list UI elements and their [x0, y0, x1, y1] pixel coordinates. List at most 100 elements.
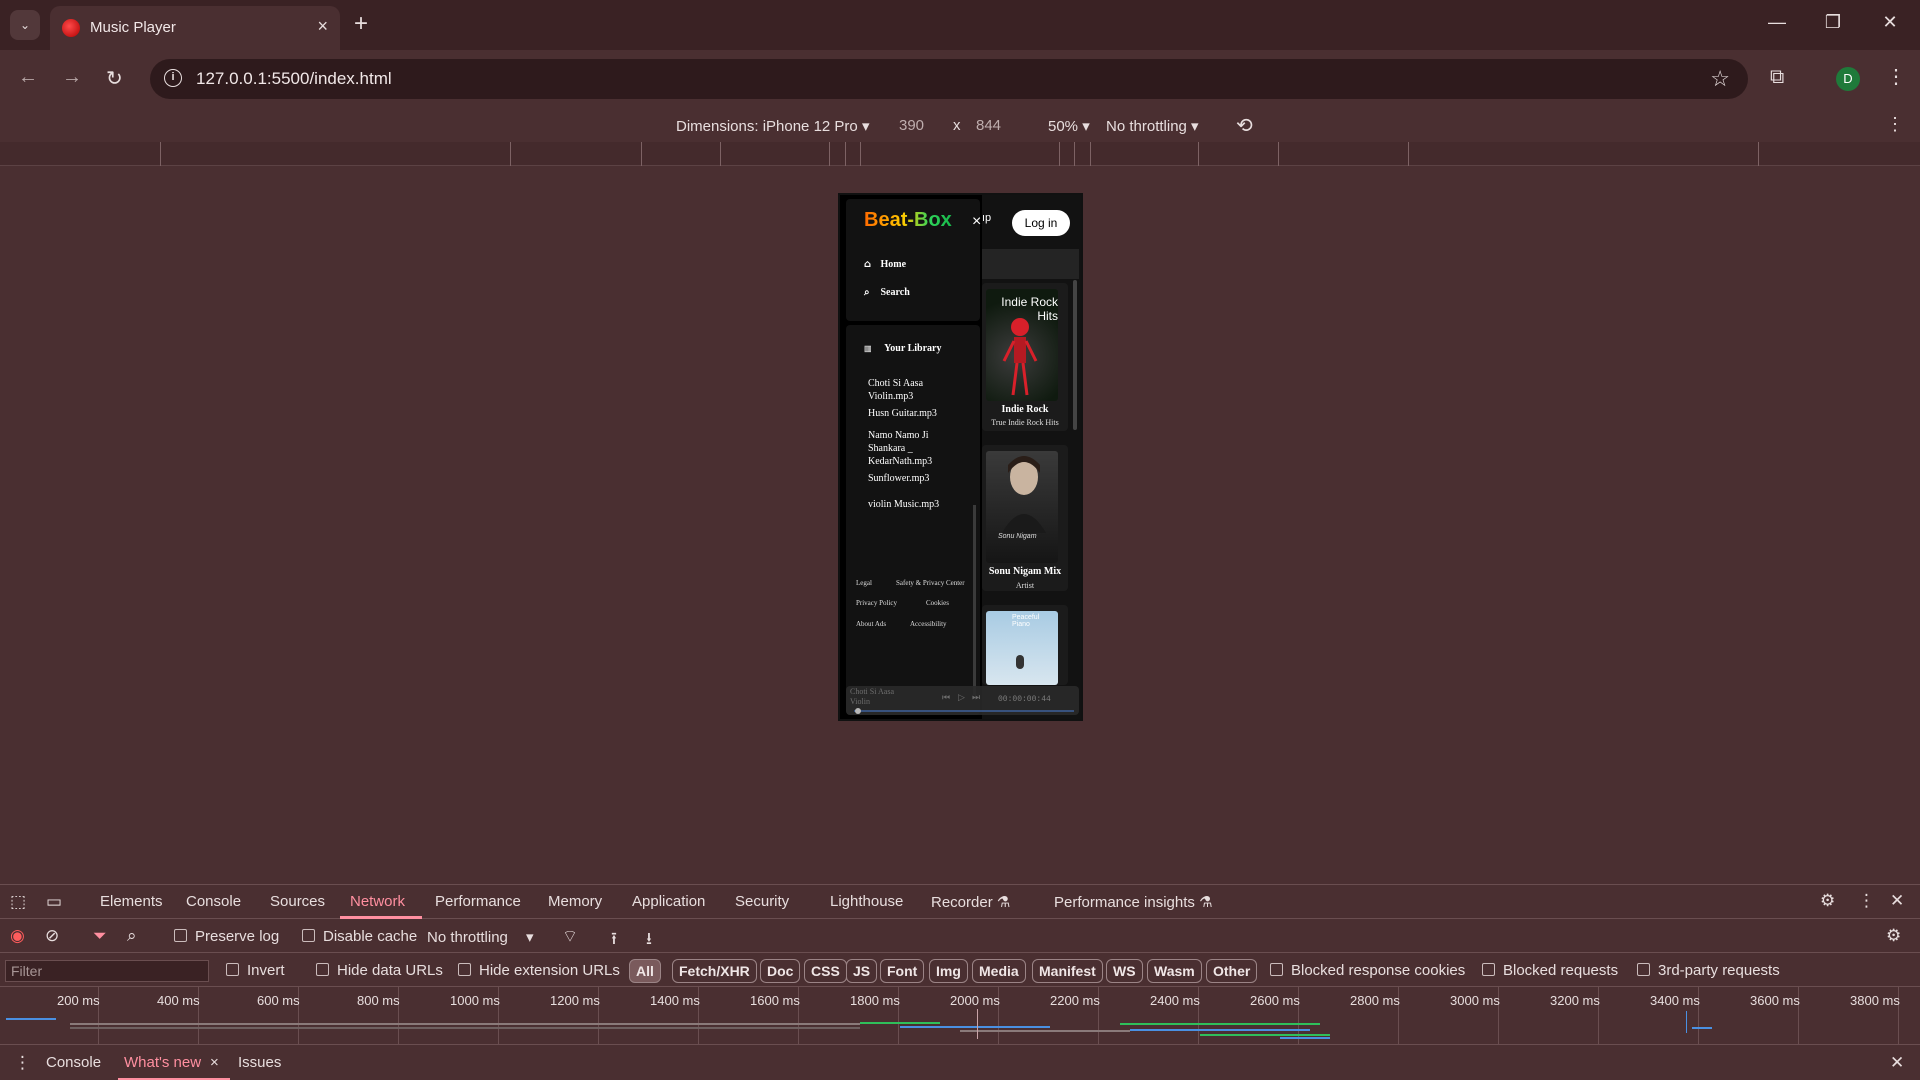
drawer-close-icon[interactable]: ✕: [1890, 1053, 1904, 1073]
tab-elements[interactable]: Elements: [100, 893, 163, 910]
type-filter-font[interactable]: Font: [880, 959, 925, 983]
device-toggle-icon[interactable]: ▭: [46, 892, 62, 912]
zoom-dropdown[interactable]: 50% ▾: [1048, 117, 1090, 135]
profile-avatar[interactable]: D: [1836, 67, 1860, 91]
inspect-element-icon[interactable]: ⬚: [10, 892, 26, 912]
tab-application[interactable]: Application: [632, 893, 705, 910]
url-text[interactable]: 127.0.0.1:5500/index.html: [196, 69, 392, 89]
invert-checkbox[interactable]: Invert: [226, 962, 285, 979]
checkbox[interactable]: [316, 963, 329, 976]
reload-icon[interactable]: ↻: [106, 66, 123, 91]
checkbox[interactable]: [1270, 963, 1283, 976]
sidebar-item-home[interactable]: ⌂ Home: [864, 259, 906, 270]
network-throttling-dropdown[interactable]: No throttling ▾: [427, 928, 534, 946]
extensions-icon[interactable]: ⧉: [1770, 66, 1784, 89]
type-filter-wasm[interactable]: Wasm: [1147, 959, 1202, 983]
browser-tab[interactable]: Music Player ×: [50, 6, 340, 50]
playlist-card[interactable]: Indie Rock Hits Indie Rock True Indie Ro…: [982, 283, 1068, 431]
library-song[interactable]: Sunflower.mp3: [868, 472, 958, 485]
search-icon[interactable]: ⌕: [127, 926, 137, 946]
close-sidebar-icon[interactable]: ×: [972, 213, 981, 231]
progress-knob[interactable]: [855, 708, 862, 714]
drawer-tab-whats-new[interactable]: What's new: [124, 1054, 201, 1071]
disable-cache-checkbox[interactable]: Disable cache: [302, 928, 417, 945]
network-conditions-icon[interactable]: ⌔: [562, 926, 578, 947]
tab-memory[interactable]: Memory: [548, 893, 602, 910]
preserve-log-checkbox[interactable]: Preserve log: [174, 928, 279, 945]
third-party-requests-checkbox[interactable]: 3rd-party requests: [1637, 962, 1780, 979]
checkbox[interactable]: [1482, 963, 1495, 976]
minimize-icon[interactable]: —: [1765, 12, 1789, 33]
checkbox[interactable]: [226, 963, 239, 976]
checkbox[interactable]: [302, 929, 315, 942]
tab-search-chevron-icon[interactable]: ⌄: [10, 10, 40, 40]
device-height-input[interactable]: 844: [976, 117, 1001, 134]
hide-data-urls-checkbox[interactable]: Hide data URLs: [316, 962, 443, 979]
footer-link-privacy[interactable]: Privacy Policy: [856, 599, 897, 607]
play-icon[interactable]: ▷: [958, 693, 965, 703]
tab-performance-insights[interactable]: Performance insights ⚗: [1054, 893, 1213, 911]
footer-link-safety[interactable]: Safety & Privacy Center: [896, 579, 965, 587]
playlist-card[interactable]: Sonu Nigam Sonu Nigam Mix Artist: [982, 445, 1068, 591]
library-song[interactable]: Husn Guitar.mp3: [868, 407, 958, 420]
filter-icon[interactable]: ⏷: [93, 926, 107, 946]
checkbox[interactable]: [174, 929, 187, 942]
site-info-icon[interactable]: i: [164, 69, 182, 87]
type-filter-img[interactable]: Img: [929, 959, 968, 983]
new-tab-icon[interactable]: +: [354, 10, 368, 38]
device-width-input[interactable]: 390: [899, 117, 924, 134]
hide-extension-urls-checkbox[interactable]: Hide extension URLs: [458, 962, 620, 979]
type-filter-other[interactable]: Other: [1206, 959, 1258, 983]
devtools-menu-icon[interactable]: ⋮: [1858, 891, 1875, 911]
tab-close-icon[interactable]: ×: [317, 16, 328, 37]
main-scrollbar[interactable]: [1073, 280, 1077, 430]
throttling-dropdown[interactable]: No throttling ▾: [1106, 117, 1199, 135]
device-more-icon[interactable]: ⋮: [1886, 114, 1904, 135]
address-bar[interactable]: i 127.0.0.1:5500/index.html ☆: [150, 59, 1748, 99]
media-query-ruler[interactable]: [0, 142, 1920, 166]
sidebar-item-search[interactable]: ⌕ Search: [864, 287, 910, 298]
back-icon[interactable]: ←: [18, 66, 38, 89]
drawer-tab-console[interactable]: Console: [46, 1054, 101, 1071]
network-settings-icon[interactable]: ⚙: [1886, 926, 1901, 946]
filter-input[interactable]: [5, 960, 209, 982]
playlist-card[interactable]: Peaceful Piano: [982, 605, 1068, 685]
type-filter-all[interactable]: All: [629, 959, 661, 983]
type-filter-doc[interactable]: Doc: [760, 959, 801, 983]
import-har-icon[interactable]: ⭱: [611, 926, 617, 955]
footer-link-about-ads[interactable]: About Ads: [856, 620, 886, 628]
footer-link-accessibility[interactable]: Accessibility: [910, 620, 947, 628]
type-filter-ws[interactable]: WS: [1106, 959, 1143, 983]
tab-lighthouse[interactable]: Lighthouse: [830, 893, 903, 910]
signup-button-fragment[interactable]: ıp: [982, 212, 991, 224]
tab-network[interactable]: Network: [350, 893, 405, 910]
library-scrollbar[interactable]: [973, 505, 976, 695]
login-button[interactable]: Log in: [1012, 210, 1070, 236]
checkbox[interactable]: [458, 963, 471, 976]
previous-icon[interactable]: ⏮: [942, 693, 950, 703]
progress-bar[interactable]: [854, 710, 1074, 712]
window-close-icon[interactable]: ✕: [1878, 12, 1902, 33]
record-icon[interactable]: ◉: [10, 926, 25, 946]
checkbox[interactable]: [1637, 963, 1650, 976]
footer-link-cookies[interactable]: Cookies: [926, 599, 949, 607]
next-icon[interactable]: ⏭: [972, 693, 980, 703]
tab-console[interactable]: Console: [186, 893, 241, 910]
export-har-icon[interactable]: ⭳: [646, 926, 652, 955]
network-overview-timeline[interactable]: 200 ms 400 ms 600 ms 800 ms 1000 ms 1200…: [0, 987, 1920, 1045]
tab-performance[interactable]: Performance: [435, 893, 521, 910]
tab-recorder[interactable]: Recorder ⚗: [931, 893, 1010, 911]
footer-link-legal[interactable]: Legal: [856, 579, 872, 587]
tab-sources[interactable]: Sources: [270, 893, 325, 910]
drawer-menu-icon[interactable]: ⋮: [14, 1053, 31, 1073]
blocked-requests-checkbox[interactable]: Blocked requests: [1482, 962, 1618, 979]
type-filter-fetch-xhr[interactable]: Fetch/XHR: [672, 959, 757, 983]
settings-gear-icon[interactable]: ⚙: [1820, 891, 1835, 911]
type-filter-manifest[interactable]: Manifest: [1032, 959, 1103, 983]
library-header[interactable]: ▥ Your Library: [864, 343, 941, 354]
drawer-tab-close-icon[interactable]: ×: [210, 1054, 219, 1071]
dimensions-dropdown[interactable]: Dimensions: iPhone 12 Pro ▾: [676, 117, 869, 135]
library-song[interactable]: Choti Si Aasa Violin.mp3: [868, 377, 958, 403]
type-filter-js[interactable]: JS: [846, 959, 878, 983]
drawer-tab-issues[interactable]: Issues: [238, 1054, 281, 1071]
